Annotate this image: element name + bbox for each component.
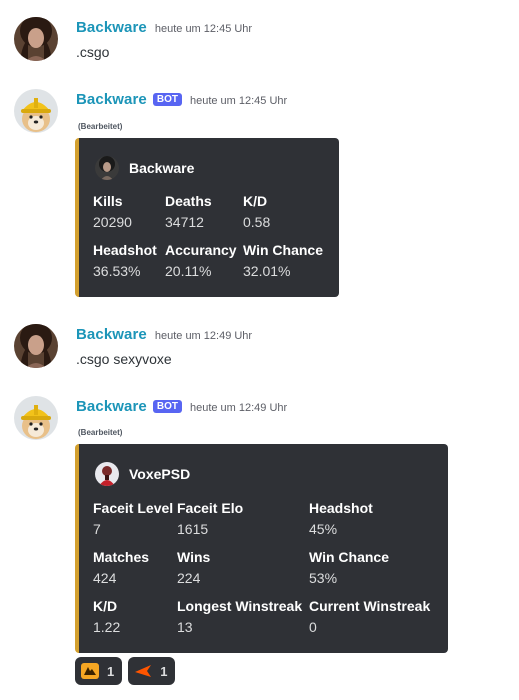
field-value: 53% xyxy=(309,570,338,586)
embed-field: Matches 424 xyxy=(93,548,149,587)
embed-field: Headshot 45% xyxy=(309,499,373,538)
bot-avatar[interactable] xyxy=(14,89,58,133)
embed-field: Win Chance 53% xyxy=(309,548,389,587)
embed-author-name: VoxePSD xyxy=(129,466,191,482)
chat-log: Backware heute um 12:45 Uhr .csgo Backwa… xyxy=(0,0,519,700)
faceit-logo-icon xyxy=(81,663,99,679)
message-timestamp: heute um 12:45 Uhr xyxy=(189,95,288,107)
embed-field: Deaths 34712 xyxy=(165,192,212,231)
bot-avatar[interactable] xyxy=(14,396,58,440)
embed-author: VoxePSD xyxy=(95,462,190,486)
faceit-arrow-icon xyxy=(135,665,152,677)
user-avatar[interactable] xyxy=(14,324,58,368)
field-name: Headshot xyxy=(93,242,157,258)
field-name: K/D xyxy=(243,193,268,209)
embed-field: Kills 20290 xyxy=(93,192,132,231)
embed-field: Longest Winstreak 13 xyxy=(177,597,302,636)
embed-field: Headshot 36.53% xyxy=(93,241,157,280)
field-value: 0.58 xyxy=(243,214,271,230)
reaction-count: 1 xyxy=(160,663,168,679)
field-name: Faceit Elo xyxy=(177,500,244,516)
embed-field: K/D 0.58 xyxy=(243,192,270,231)
field-value: 1615 xyxy=(177,521,209,537)
author-avatar-icon xyxy=(95,462,119,486)
field-name: Deaths xyxy=(165,193,212,209)
field-value: 20290 xyxy=(93,214,132,230)
field-name: K/D xyxy=(93,598,118,614)
embed-field: Current Winstreak 0 xyxy=(309,597,430,636)
message-timestamp: heute um 12:49 Uhr xyxy=(154,330,253,342)
field-name: Win Chance xyxy=(243,242,323,258)
field-name: Headshot xyxy=(309,500,373,516)
stats-embed: VoxePSD Faceit Level 7 Faceit Elo 1615 H… xyxy=(75,444,448,653)
field-name: Accurancy xyxy=(165,242,237,258)
field-value: 0 xyxy=(309,619,317,635)
field-value: 424 xyxy=(93,570,117,586)
bot-badge: BOT xyxy=(152,93,182,106)
field-name: Longest Winstreak xyxy=(177,598,303,614)
field-name: Current Winstreak xyxy=(309,598,431,614)
embed-field: Faceit Elo 1615 xyxy=(177,499,243,538)
field-name: Wins xyxy=(177,549,211,565)
username[interactable]: Backware xyxy=(76,398,147,415)
embed-field: Wins 224 xyxy=(177,548,210,587)
embed-field: Win Chance 32.01% xyxy=(243,241,323,280)
edited-label: (Bearbeitet) xyxy=(78,428,123,437)
user-avatar[interactable] xyxy=(14,17,58,61)
field-value: 32.01% xyxy=(243,263,291,279)
field-value: 224 xyxy=(177,570,201,586)
field-value: 7 xyxy=(93,521,101,537)
embed-author-name: Backware xyxy=(129,160,195,176)
embed-author: Backware xyxy=(95,156,194,180)
username[interactable]: Backware xyxy=(76,19,147,36)
username[interactable]: Backware xyxy=(76,326,147,343)
field-value: 13 xyxy=(177,619,193,635)
field-value: 45% xyxy=(309,521,338,537)
embed-field: Faceit Level 7 xyxy=(93,499,173,538)
field-value: 36.53% xyxy=(93,263,141,279)
field-value: 20.11% xyxy=(165,263,212,279)
reaction-count: 1 xyxy=(107,663,115,679)
field-value: 34712 xyxy=(165,214,204,230)
field-name: Faceit Level xyxy=(93,500,174,516)
field-name: Kills xyxy=(93,193,123,209)
field-value: 1.22 xyxy=(93,619,121,635)
stats-embed: Backware Kills 20290 Deaths 34712 K/D 0.… xyxy=(75,138,339,297)
reactions-bar: 1 1 xyxy=(75,657,181,685)
username[interactable]: Backware xyxy=(76,91,147,108)
embed-field: K/D 1.22 xyxy=(93,597,120,636)
field-name: Matches xyxy=(93,549,150,565)
bot-badge: BOT xyxy=(152,400,182,413)
field-name: Win Chance xyxy=(309,549,389,565)
author-avatar-icon xyxy=(95,156,119,180)
edited-label: (Bearbeitet) xyxy=(78,122,123,131)
message-timestamp: heute um 12:45 Uhr xyxy=(154,23,253,35)
message-timestamp: heute um 12:49 Uhr xyxy=(189,402,288,414)
embed-field: Accurancy 20.11% xyxy=(165,241,237,280)
reaction-faceit-arrow[interactable]: 1 xyxy=(128,657,176,685)
message-text: .csgo xyxy=(76,44,110,60)
reaction-faceit-logo[interactable]: 1 xyxy=(75,657,123,685)
message-text: .csgo sexyvoxe xyxy=(76,351,172,367)
